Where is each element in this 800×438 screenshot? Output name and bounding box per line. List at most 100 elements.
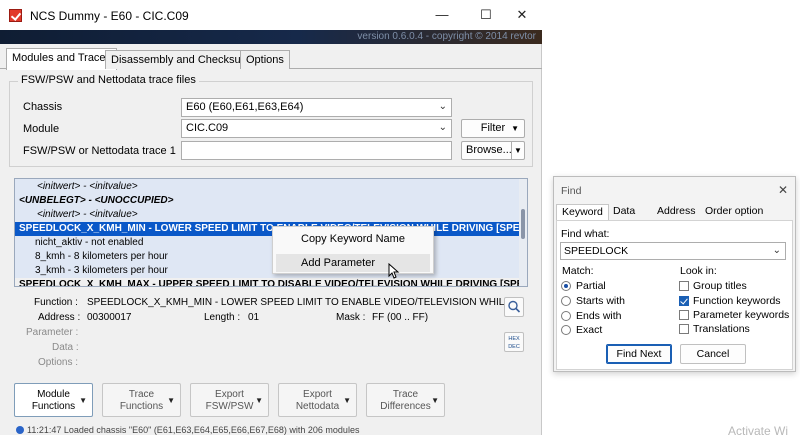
checkbox-group-titles[interactable] bbox=[679, 281, 689, 291]
options-label: Options : bbox=[38, 357, 79, 368]
list-item[interactable]: <UNBELEGT> - <UNOCCUPIED> bbox=[15, 194, 527, 208]
checkbox-translations[interactable] bbox=[679, 324, 689, 334]
details-panel: Function : SPEEDLOCK_X_KMH_MIN - LOWER S… bbox=[14, 292, 528, 370]
checkbox-parameter-keywords-label: Parameter keywords bbox=[693, 309, 790, 321]
checkbox-translations-label: Translations bbox=[693, 323, 750, 335]
chassis-select[interactable]: E60 (E60,E61,E63,E64) ⌄ bbox=[181, 98, 452, 117]
export-nettodata-button[interactable]: Export Nettodata ▼ bbox=[278, 383, 357, 417]
dropdown-arrow-icon: ▼ bbox=[511, 124, 519, 133]
module-functions-button[interactable]: Module Functions ▼ bbox=[14, 383, 93, 417]
list-item[interactable]: <initwert> - <initvalue> bbox=[15, 180, 527, 194]
mask-value: FF (00 .. FF) bbox=[372, 312, 429, 323]
parameter-label: Parameter : bbox=[26, 327, 79, 338]
find-what-input[interactable]: SPEEDLOCK ⌄ bbox=[560, 242, 786, 260]
list-item[interactable]: SPEEDLOCK_X_KMH_MAX - UPPER SPEED LIMIT … bbox=[15, 278, 527, 286]
data-label: Data : bbox=[52, 342, 79, 353]
function-label: Function : bbox=[34, 297, 78, 308]
export-fsw-psw-button[interactable]: Export FSW/PSW ▼ bbox=[190, 383, 269, 417]
dropdown-arrow-icon: ▼ bbox=[255, 396, 263, 405]
version-banner: version 0.6.0.4 - copyright © 2014 revto… bbox=[0, 30, 542, 44]
hex-dec-toggle[interactable]: HEX DEC bbox=[504, 332, 524, 352]
chassis-label: Chassis bbox=[23, 101, 63, 113]
list-item[interactable]: 8_kmh - 8 kilometers per hour bbox=[15, 250, 527, 264]
find-close-button[interactable]: ✕ bbox=[778, 183, 788, 197]
tab-order-option[interactable]: Order option bbox=[700, 204, 768, 220]
address-value: 00300017 bbox=[87, 312, 132, 323]
list-item[interactable]: <initwert> - <initvalue> bbox=[15, 208, 527, 222]
info-icon bbox=[16, 426, 24, 434]
tab-keyword[interactable]: Keyword bbox=[556, 204, 609, 220]
radio-starts-with-label: Starts with bbox=[576, 295, 626, 307]
trace-differences-button[interactable]: Trace Differences ▼ bbox=[366, 383, 445, 417]
browse-button-label: Browse... bbox=[466, 144, 512, 156]
version-text: version 0.6.0.4 - copyright © 2014 revto… bbox=[357, 31, 536, 42]
find-next-button[interactable]: Find Next bbox=[606, 344, 672, 364]
tab-address[interactable]: Address bbox=[652, 204, 701, 220]
tab-disassembly-and-checksums[interactable]: Disassembly and Checksums bbox=[105, 50, 262, 69]
tab-bar: Modules and Traces Disassembly and Check… bbox=[0, 48, 542, 70]
trace-list[interactable]: <initwert> - <initvalue> <UNBELEGT> - <U… bbox=[14, 178, 528, 287]
tab-data[interactable]: Data bbox=[608, 204, 640, 220]
maximize-button[interactable]: ☐ bbox=[466, 0, 506, 30]
checkbox-group-titles-label: Group titles bbox=[693, 280, 747, 292]
radio-partial[interactable] bbox=[561, 281, 571, 291]
mouse-cursor-icon bbox=[388, 263, 400, 279]
list-item-selected[interactable]: SPEEDLOCK_X_KMH_MIN - LOWER SPEED LIMIT … bbox=[15, 222, 527, 236]
radio-exact[interactable] bbox=[561, 325, 571, 335]
function-value: SPEEDLOCK_X_KMH_MIN - LOWER SPEED LIMIT … bbox=[87, 297, 507, 308]
main-window: NCS Dummy - E60 - CIC.C09 — ☐ ✕ version … bbox=[0, 0, 542, 435]
find-what-label: Find what: bbox=[561, 228, 610, 240]
browse-button[interactable]: Browse... ▼ bbox=[461, 141, 525, 160]
window-title: NCS Dummy - E60 - CIC.C09 bbox=[30, 9, 189, 23]
group-title: FSW/PSW and Nettodata trace files bbox=[18, 74, 199, 86]
activate-windows-watermark: Activate Wi bbox=[728, 424, 789, 438]
dropdown-arrow-icon: ▼ bbox=[343, 396, 351, 405]
radio-ends-with[interactable] bbox=[561, 311, 571, 321]
scrollbar-thumb[interactable] bbox=[521, 209, 525, 239]
find-dialog: Find ✕ Keyword Data Address Order option… bbox=[553, 176, 796, 372]
chevron-down-icon: ⌄ bbox=[438, 101, 447, 112]
checkbox-function-keywords[interactable] bbox=[679, 296, 689, 306]
list-item[interactable]: nicht_aktiv - not enabled bbox=[15, 236, 527, 250]
tab-options[interactable]: Options bbox=[240, 50, 290, 69]
length-label: Length : bbox=[204, 312, 241, 323]
search-icon bbox=[508, 300, 521, 313]
radio-ends-with-label: Ends with bbox=[576, 310, 622, 322]
chevron-down-icon: ⌄ bbox=[772, 245, 781, 256]
minimize-button[interactable]: — bbox=[422, 0, 462, 30]
trace-functions-button[interactable]: Trace Functions ▼ bbox=[102, 383, 181, 417]
find-what-value: SPEEDLOCK bbox=[564, 245, 629, 257]
dropdown-arrow-icon: ▼ bbox=[79, 396, 87, 405]
module-select[interactable]: CIC.C09 ⌄ bbox=[181, 119, 452, 138]
dropdown-arrow-icon: ▼ bbox=[431, 396, 439, 405]
radio-starts-with[interactable] bbox=[561, 296, 571, 306]
chassis-value: E60 (E60,E61,E63,E64) bbox=[186, 101, 304, 113]
address-label: Address : bbox=[38, 312, 81, 323]
tab-modules-and-traces[interactable]: Modules and Traces bbox=[6, 48, 118, 70]
module-label: Module bbox=[23, 123, 60, 135]
checkbox-parameter-keywords[interactable] bbox=[679, 310, 689, 320]
find-dialog-title: Find bbox=[561, 185, 582, 197]
trace-file-input[interactable] bbox=[181, 141, 452, 160]
app-icon bbox=[9, 9, 22, 22]
cancel-button[interactable]: Cancel bbox=[680, 344, 746, 364]
radio-partial-label: Partial bbox=[576, 280, 606, 292]
match-label: Match: bbox=[562, 265, 594, 277]
chevron-down-icon: ⌄ bbox=[438, 122, 447, 133]
list-item[interactable]: 3_kmh - 3 kilometers per hour bbox=[15, 264, 527, 278]
filter-button-label: Filter bbox=[480, 122, 506, 134]
search-button[interactable] bbox=[504, 297, 524, 317]
status-bar: 11:21:47 Loaded chassis "E60" (E61,E63,E… bbox=[14, 425, 528, 435]
mask-label: Mask : bbox=[336, 312, 366, 323]
close-button[interactable]: ✕ bbox=[502, 0, 542, 30]
module-value: CIC.C09 bbox=[186, 122, 229, 134]
dropdown-arrow-icon: ▼ bbox=[167, 396, 175, 405]
menu-item-copy-keyword-name[interactable]: Copy Keyword Name bbox=[276, 230, 430, 248]
title-bar: NCS Dummy - E60 - CIC.C09 — ☐ ✕ bbox=[0, 0, 542, 30]
dropdown-arrow-icon: ▼ bbox=[511, 142, 524, 159]
menu-item-add-parameter[interactable]: Add Parameter bbox=[276, 254, 430, 272]
filter-button[interactable]: Filter ▼ bbox=[461, 119, 525, 138]
radio-exact-label: Exact bbox=[576, 324, 603, 336]
status-text: 11:21:47 Loaded chassis "E60" (E61,E63,E… bbox=[27, 425, 360, 435]
scrollbar[interactable] bbox=[519, 179, 527, 286]
